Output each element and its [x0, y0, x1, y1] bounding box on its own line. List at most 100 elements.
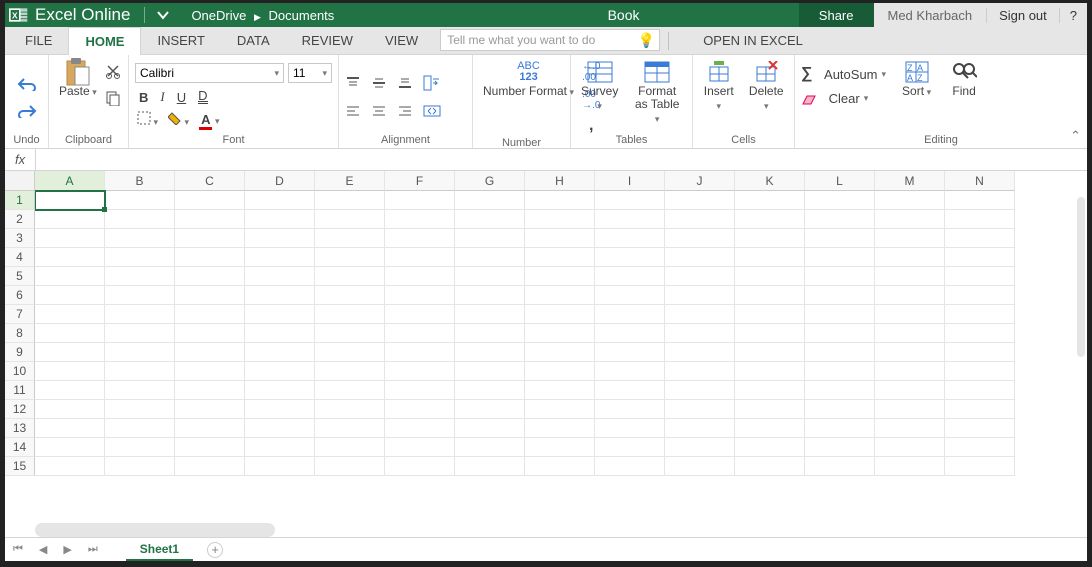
cell[interactable]	[315, 381, 385, 400]
cell[interactable]	[875, 324, 945, 343]
format-as-table-button[interactable]: Format as Table	[628, 59, 686, 126]
user-name[interactable]: Med Kharbach	[874, 8, 987, 23]
cell[interactable]	[35, 324, 105, 343]
merge-button[interactable]	[423, 104, 441, 121]
column-header[interactable]: A	[35, 171, 105, 191]
cell[interactable]	[35, 191, 105, 210]
cell[interactable]	[595, 324, 665, 343]
cell[interactable]	[875, 438, 945, 457]
cell[interactable]	[35, 419, 105, 438]
cell[interactable]	[245, 362, 315, 381]
survey-button[interactable]: Survey	[577, 59, 622, 113]
cell[interactable]	[175, 381, 245, 400]
cell[interactable]	[35, 400, 105, 419]
cell[interactable]	[945, 343, 1015, 362]
wrap-text-button[interactable]	[423, 75, 441, 94]
paste-button[interactable]: Paste	[55, 59, 101, 99]
cell[interactable]	[945, 305, 1015, 324]
cell[interactable]	[945, 381, 1015, 400]
cell[interactable]	[245, 191, 315, 210]
cell[interactable]	[315, 210, 385, 229]
cell[interactable]	[735, 229, 805, 248]
row-header[interactable]: 12	[5, 400, 35, 419]
font-color-button[interactable]: A	[199, 112, 219, 127]
cell[interactable]	[245, 210, 315, 229]
double-underline-button[interactable]: D	[198, 91, 207, 104]
cell[interactable]	[735, 438, 805, 457]
cell[interactable]	[35, 457, 105, 476]
cell[interactable]	[385, 343, 455, 362]
cell[interactable]	[945, 362, 1015, 381]
cell[interactable]	[805, 286, 875, 305]
cell[interactable]	[875, 191, 945, 210]
cell[interactable]	[455, 400, 525, 419]
cell[interactable]	[455, 381, 525, 400]
cell[interactable]	[595, 438, 665, 457]
row-header[interactable]: 9	[5, 343, 35, 362]
cell[interactable]	[105, 457, 175, 476]
cell[interactable]	[245, 324, 315, 343]
cell[interactable]	[105, 210, 175, 229]
cell[interactable]	[595, 248, 665, 267]
cell[interactable]	[455, 343, 525, 362]
cell[interactable]	[875, 457, 945, 476]
cell[interactable]	[455, 457, 525, 476]
column-header[interactable]: N	[945, 171, 1015, 191]
cell[interactable]	[945, 191, 1015, 210]
cell[interactable]	[735, 210, 805, 229]
column-header[interactable]: I	[595, 171, 665, 191]
cell[interactable]	[665, 400, 735, 419]
cell[interactable]	[595, 419, 665, 438]
cell[interactable]	[315, 267, 385, 286]
cell[interactable]	[175, 400, 245, 419]
sheet-nav-last-icon[interactable]: ⏭	[80, 543, 106, 556]
redo-button[interactable]	[17, 104, 37, 121]
cell[interactable]	[385, 229, 455, 248]
cell[interactable]	[105, 438, 175, 457]
cell[interactable]	[945, 286, 1015, 305]
column-header[interactable]: L	[805, 171, 875, 191]
cell[interactable]	[805, 305, 875, 324]
cell[interactable]	[805, 191, 875, 210]
cell[interactable]	[595, 286, 665, 305]
column-header[interactable]: G	[455, 171, 525, 191]
tell-me-search[interactable]: Tell me what you want to do 💡	[440, 29, 660, 51]
font-name-select[interactable]: Calibri▾	[135, 63, 284, 83]
formula-input[interactable]	[36, 149, 1087, 170]
cell[interactable]	[245, 400, 315, 419]
breadcrumb-folder[interactable]: Documents	[269, 8, 335, 23]
cell[interactable]	[175, 210, 245, 229]
cell[interactable]	[385, 191, 455, 210]
undo-button[interactable]	[17, 77, 37, 94]
cell[interactable]	[315, 438, 385, 457]
open-in-excel-button[interactable]: OPEN IN EXCEL	[697, 33, 809, 48]
title-dropdown-icon[interactable]	[149, 8, 177, 23]
column-header[interactable]: M	[875, 171, 945, 191]
cell[interactable]	[245, 286, 315, 305]
signout-button[interactable]: Sign out	[986, 8, 1059, 23]
sheet-tab-sheet1[interactable]: Sheet1	[126, 539, 193, 561]
cell[interactable]	[35, 362, 105, 381]
cell[interactable]	[455, 438, 525, 457]
cell[interactable]	[525, 267, 595, 286]
cell[interactable]	[385, 457, 455, 476]
cell[interactable]	[105, 419, 175, 438]
cell[interactable]	[105, 324, 175, 343]
align-center-button[interactable]	[371, 105, 387, 120]
cell[interactable]	[105, 381, 175, 400]
row-header[interactable]: 15	[5, 457, 35, 476]
breadcrumb-root[interactable]: OneDrive	[191, 8, 246, 23]
number-format-button[interactable]: ABC123 Number Format	[479, 59, 578, 99]
cell[interactable]	[875, 305, 945, 324]
cell[interactable]	[315, 343, 385, 362]
cell[interactable]	[735, 400, 805, 419]
select-all-corner[interactable]	[5, 171, 35, 191]
cell[interactable]	[525, 324, 595, 343]
cell[interactable]	[175, 191, 245, 210]
column-header[interactable]: E	[315, 171, 385, 191]
cell[interactable]	[945, 248, 1015, 267]
font-size-select[interactable]: 11▾	[288, 63, 332, 83]
cell[interactable]	[105, 229, 175, 248]
cell[interactable]	[595, 191, 665, 210]
cell[interactable]	[455, 286, 525, 305]
